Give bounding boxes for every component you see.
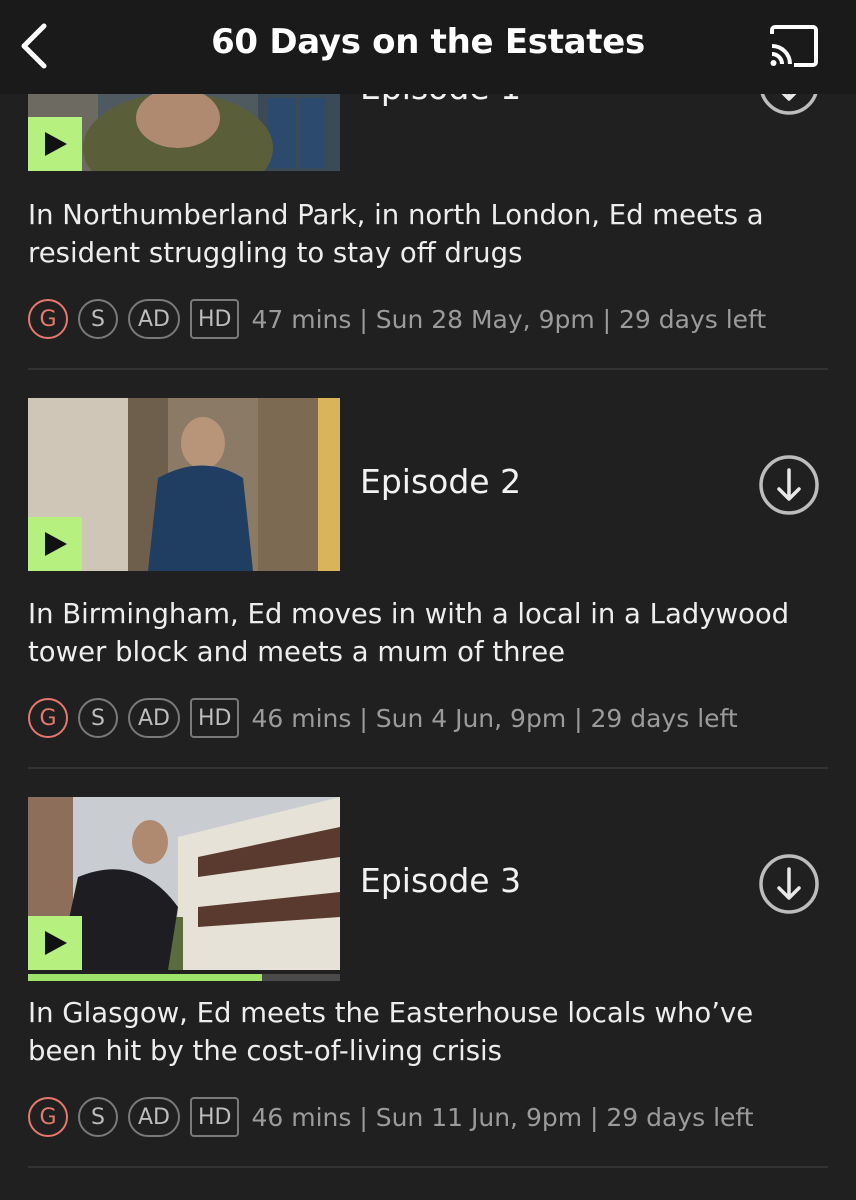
top-nav-bar: 60 Days on the Estates	[0, 0, 856, 94]
cast-icon	[770, 25, 818, 67]
divider	[28, 368, 828, 370]
episode-title: Episode 3	[360, 861, 522, 900]
episode-meta: G S AD HD 46 mins | Sun 11 Jun, 9pm | 29…	[28, 1097, 754, 1137]
play-button[interactable]	[28, 517, 82, 571]
subtitles-badge: S	[78, 299, 118, 339]
download-icon	[759, 455, 819, 515]
guidance-badge: G	[28, 1097, 68, 1137]
watch-progress-bar	[28, 974, 340, 981]
audio-description-badge: AD	[128, 299, 180, 339]
episode-info: 47 mins | Sun 28 May, 9pm | 29 days left	[251, 304, 767, 334]
episode-thumbnail[interactable]	[28, 398, 340, 571]
episode-thumbnail[interactable]	[28, 797, 340, 970]
divider	[28, 1166, 828, 1168]
play-button[interactable]	[28, 916, 82, 970]
audio-description-badge: AD	[128, 698, 180, 738]
episode-meta: G S AD HD 47 mins | Sun 28 May, 9pm | 29…	[28, 299, 766, 339]
episode-title: Episode 2	[360, 462, 522, 501]
watch-progress-fill	[28, 974, 262, 981]
cast-button[interactable]	[768, 24, 820, 68]
hd-badge: HD	[190, 299, 240, 339]
play-icon	[45, 132, 67, 156]
page-title: 60 Days on the Estates	[211, 22, 645, 62]
play-icon	[45, 931, 67, 955]
play-icon	[45, 532, 67, 556]
episode-info: 46 mins | Sun 4 Jun, 9pm | 29 days left	[251, 703, 738, 733]
hd-badge: HD	[190, 698, 240, 738]
download-button[interactable]	[758, 853, 820, 915]
subtitles-badge: S	[78, 1097, 118, 1137]
play-button[interactable]	[28, 117, 82, 171]
episode-description: In Northumberland Park, in north London,…	[28, 199, 764, 269]
download-icon	[759, 854, 819, 914]
episode-info: 46 mins | Sun 11 Jun, 9pm | 29 days left	[251, 1102, 754, 1132]
hd-badge: HD	[190, 1097, 240, 1137]
guidance-badge: G	[28, 698, 68, 738]
episode-description: In Glasgow, Ed meets the Easterhouse loc…	[28, 997, 754, 1067]
guidance-badge: G	[28, 299, 68, 339]
divider	[28, 767, 828, 769]
episode-description: In Birmingham, Ed moves in with a local …	[28, 598, 790, 668]
subtitles-badge: S	[78, 698, 118, 738]
download-button[interactable]	[758, 454, 820, 516]
episode-meta: G S AD HD 46 mins | Sun 4 Jun, 9pm | 29 …	[28, 698, 738, 738]
audio-description-badge: AD	[128, 1097, 180, 1137]
